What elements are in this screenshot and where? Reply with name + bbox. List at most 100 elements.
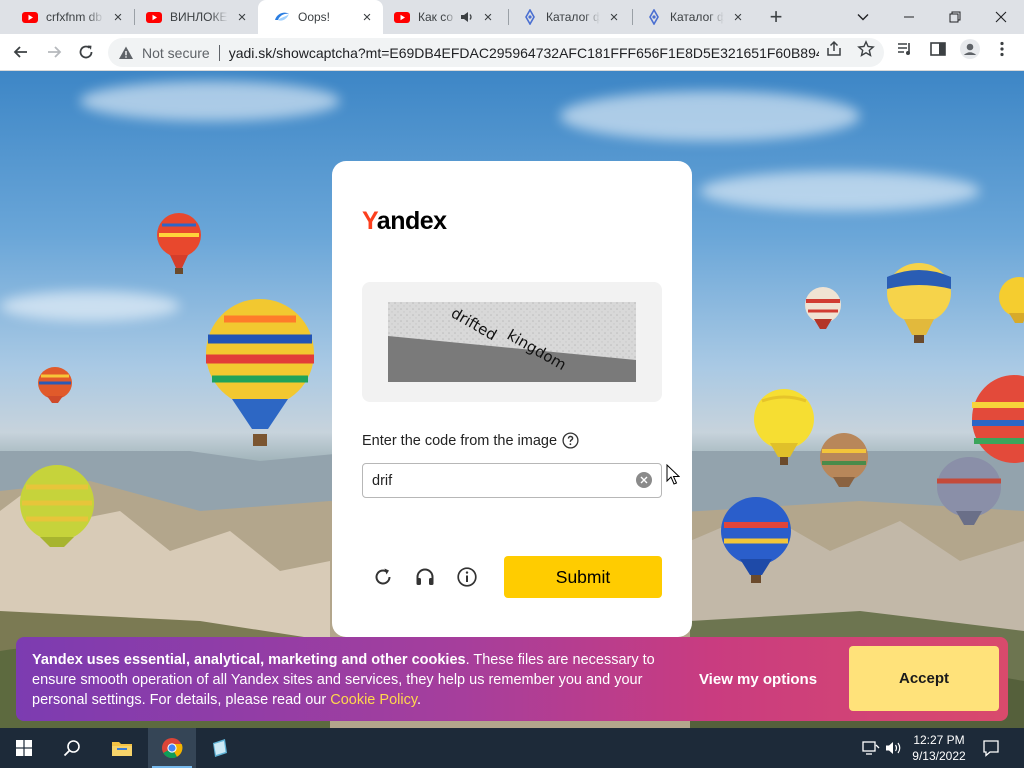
hot-air-balloon xyxy=(999,277,1024,323)
forward-button[interactable] xyxy=(40,38,68,66)
catalog-icon xyxy=(649,9,659,25)
hot-air-balloon xyxy=(721,497,791,583)
taskbar-app[interactable] xyxy=(196,728,244,768)
yandex-disk-icon xyxy=(275,12,289,21)
tab-youtube-1[interactable]: crfxfnm db × xyxy=(6,0,134,34)
taskbar-clock[interactable]: 12:27 PM 9/13/2022 xyxy=(908,732,970,764)
profile-avatar-icon[interactable] xyxy=(960,39,980,59)
yandex-logo[interactable]: Yandex xyxy=(362,207,447,236)
close-icon[interactable]: × xyxy=(359,9,375,26)
youtube-icon xyxy=(22,12,38,23)
hot-air-balloon xyxy=(887,263,951,343)
notification-icon[interactable] xyxy=(982,739,1000,757)
tab-youtube-3[interactable]: Как со × xyxy=(378,0,504,34)
restore-button[interactable] xyxy=(932,0,978,34)
hot-air-balloon xyxy=(754,389,814,465)
tab-catalog-2[interactable]: Каталог фа × xyxy=(630,0,754,34)
refresh-captcha-button[interactable] xyxy=(370,564,396,590)
windows-logo-icon xyxy=(16,740,32,756)
close-icon xyxy=(995,11,1007,23)
address-bar[interactable]: Not secure yadi.sk/showcaptcha?mt=E69DB4… xyxy=(108,38,884,67)
hot-air-balloon xyxy=(972,375,1024,463)
help-icon[interactable] xyxy=(562,432,579,449)
tab-oops-active[interactable]: Oops! × xyxy=(258,0,383,34)
windows-taskbar: 12:27 PM 9/13/2022 xyxy=(0,728,1024,768)
omnibox-divider xyxy=(218,44,220,61)
chrome-icon xyxy=(162,738,183,759)
taskbar-file-explorer[interactable] xyxy=(98,728,146,768)
minimize-icon xyxy=(904,16,914,18)
headphones-icon xyxy=(416,568,434,585)
hot-air-balloon xyxy=(20,465,94,547)
youtube-icon xyxy=(394,12,410,23)
tab-strip: crfxfnm db × ВИНЛОКЕР × Oops! × Как со ×… xyxy=(0,0,1024,34)
tab-title: ВИНЛОКЕР xyxy=(170,10,228,24)
url-text[interactable]: yadi.sk/showcaptcha?mt=E69DB4EFDAC295964… xyxy=(229,45,819,61)
hot-air-balloon xyxy=(805,287,841,329)
clear-input-button[interactable] xyxy=(636,472,652,488)
security-label[interactable]: Not secure xyxy=(142,45,210,61)
tab-youtube-2[interactable]: ВИНЛОКЕР × xyxy=(130,0,258,34)
captcha-label-text: Enter the code from the image xyxy=(362,432,558,449)
share-icon[interactable] xyxy=(825,40,843,58)
folder-icon xyxy=(112,742,132,756)
info-icon xyxy=(457,567,477,587)
arrow-left-icon xyxy=(13,46,27,58)
catalog-icon xyxy=(525,9,535,25)
captcha-card: Yandex drifted kingdom Enter the code fr… xyxy=(332,161,692,637)
reload-button[interactable] xyxy=(72,38,100,66)
search-icon xyxy=(63,740,80,757)
warning-icon[interactable] xyxy=(118,45,134,61)
cookie-policy-link[interactable]: Cookie Policy xyxy=(330,692,417,708)
tab-catalog-1[interactable]: Каталог фа × xyxy=(506,0,630,34)
taskbar-search-button[interactable] xyxy=(48,728,96,768)
star-icon[interactable] xyxy=(857,40,875,58)
hot-air-balloon xyxy=(206,299,314,446)
close-icon[interactable]: × xyxy=(606,9,622,26)
accept-cookies-button[interactable]: Accept xyxy=(849,646,999,711)
tab-title: crfxfnm db xyxy=(46,10,103,24)
tab-title: Oops! xyxy=(298,10,331,24)
speaker-icon[interactable] xyxy=(460,10,474,24)
hot-air-balloon xyxy=(157,213,201,274)
close-icon[interactable]: × xyxy=(730,9,746,26)
cookie-message-end: . xyxy=(417,692,422,708)
media-control-icon[interactable] xyxy=(896,40,914,58)
volume-icon[interactable] xyxy=(885,740,903,756)
close-icon[interactable]: × xyxy=(110,9,126,26)
captcha-image: drifted kingdom xyxy=(388,302,636,382)
captcha-image-container: drifted kingdom xyxy=(362,282,662,402)
taskbar-chrome[interactable] xyxy=(148,728,196,768)
notepad-icon xyxy=(213,739,227,757)
more-vert-icon[interactable] xyxy=(993,40,1011,58)
close-icon[interactable]: × xyxy=(234,9,250,26)
chevron-down-icon xyxy=(857,14,869,21)
refresh-icon xyxy=(375,568,391,585)
audio-captcha-button[interactable] xyxy=(412,564,438,590)
cloud xyxy=(0,291,180,321)
cloud xyxy=(560,91,860,141)
info-button[interactable] xyxy=(454,564,480,590)
tab-title: Как со xyxy=(418,10,454,24)
minimize-button[interactable] xyxy=(886,0,932,34)
clear-icon xyxy=(640,476,648,484)
restore-icon xyxy=(949,11,961,23)
clock-date: 9/13/2022 xyxy=(912,749,966,763)
close-icon[interactable]: × xyxy=(480,9,496,26)
side-panel-icon[interactable] xyxy=(929,40,947,58)
cookie-message: Yandex uses essential, analytical, marke… xyxy=(32,650,672,710)
back-button[interactable] xyxy=(7,38,35,66)
new-tab-button[interactable]: + xyxy=(762,5,790,29)
captcha-code-input[interactable] xyxy=(362,463,662,498)
close-window-button[interactable] xyxy=(978,0,1024,34)
start-button[interactable] xyxy=(0,728,48,768)
submit-button[interactable]: Submit xyxy=(504,556,662,598)
hot-air-balloon xyxy=(820,433,868,487)
reload-icon xyxy=(79,45,93,59)
view-options-button[interactable]: View my options xyxy=(686,659,830,699)
hot-air-balloon xyxy=(38,367,72,403)
network-icon[interactable] xyxy=(862,740,880,756)
cloud xyxy=(700,171,980,211)
tab-search-button[interactable] xyxy=(840,0,886,34)
youtube-icon xyxy=(146,12,162,23)
